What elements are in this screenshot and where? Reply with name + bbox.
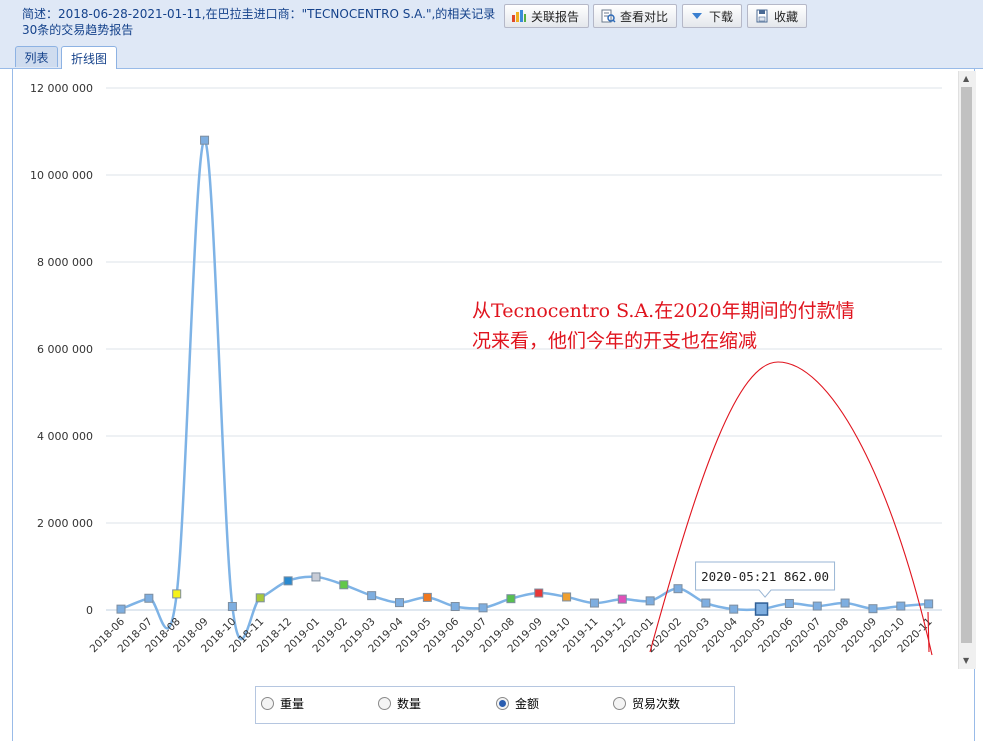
data-point-marker: [617, 594, 627, 604]
radio-quantity[interactable]: 数量: [378, 695, 421, 712]
y-tick-label: 4 000 000: [37, 430, 93, 443]
data-point-marker: [729, 604, 739, 614]
radio-trade-count-dot[interactable]: [613, 697, 626, 710]
data-point-marker: [534, 588, 544, 598]
data-point-marker: [754, 602, 769, 616]
data-point-marker: [589, 598, 599, 608]
data-point-marker: [450, 602, 460, 612]
red-arc-annotation: [649, 361, 933, 656]
radio-weight-dot[interactable]: [261, 697, 274, 710]
data-point-marker: [896, 601, 906, 611]
data-point-marker: [673, 584, 683, 594]
y-tick-label: 0: [86, 604, 93, 617]
data-point-marker: [701, 598, 711, 608]
annotation-line-2: 况来看，他们今年的开支也在缩减: [472, 330, 758, 352]
data-point-marker: [784, 598, 794, 608]
data-point-marker: [478, 603, 488, 613]
data-point-marker: [924, 599, 934, 609]
scroll-down-icon[interactable]: ▼: [963, 656, 969, 665]
radio-quantity-dot[interactable]: [378, 697, 391, 710]
data-point-marker: [227, 602, 237, 612]
tooltip-text: 2020-05:21 862.00: [701, 569, 829, 584]
data-point-marker: [283, 576, 293, 586]
data-point-marker: [506, 594, 516, 604]
radio-trade-count[interactable]: 贸易次数: [613, 695, 680, 712]
radio-amount[interactable]: 金额: [496, 695, 539, 712]
radio-weight[interactable]: 重量: [261, 695, 304, 712]
data-point-marker: [868, 604, 878, 614]
metric-radio-group: 重量 数量 金额 贸易次数: [255, 686, 735, 724]
data-point-marker: [116, 604, 126, 614]
annotation-line-1: 从Tecnocentro S.A.在2020年期间的付款情: [472, 300, 855, 322]
radio-quantity-label: 数量: [397, 697, 422, 711]
radio-trade-count-label: 贸易次数: [632, 697, 681, 711]
data-point-marker: [311, 572, 321, 582]
trend-line-chart: 12 000 000 10 000 000 8 000 000 6 000 000 4 …: [30, 82, 942, 656]
scroll-thumb[interactable]: [961, 87, 972, 643]
data-point-marker: [840, 598, 850, 608]
data-point-marker: [367, 591, 377, 601]
data-point-marker: [200, 135, 210, 145]
data-point-marker: [144, 593, 154, 603]
data-point-marker: [562, 592, 572, 602]
data-point-marker: [422, 592, 432, 602]
scroll-up-icon[interactable]: ▲: [963, 74, 969, 83]
y-tick-label: 2 000 000: [37, 517, 93, 530]
data-point-marker: [395, 598, 404, 608]
y-tick-label: 12 000 000: [30, 82, 93, 95]
y-tick-label: 10 000 000: [30, 169, 93, 182]
data-point-marker: [172, 589, 182, 599]
red-annotation-text: 从Tecnocentro S.A.在2020年期间的付款情 况来看，他们今年的开…: [472, 296, 942, 356]
radio-amount-label: 金额: [515, 697, 540, 711]
data-point-marker: [255, 593, 265, 603]
data-point-marker: [645, 596, 655, 606]
y-tick-label: 8 000 000: [37, 256, 93, 269]
radio-amount-dot[interactable]: [496, 697, 509, 710]
red-marker-line: [927, 611, 930, 653]
vertical-scrollbar[interactable]: ▲ ▼: [958, 71, 976, 669]
radio-weight-label: 重量: [280, 697, 305, 711]
data-point-marker: [339, 580, 349, 590]
y-tick-label: 6 000 000: [37, 343, 93, 356]
data-point-marker: [812, 601, 822, 611]
